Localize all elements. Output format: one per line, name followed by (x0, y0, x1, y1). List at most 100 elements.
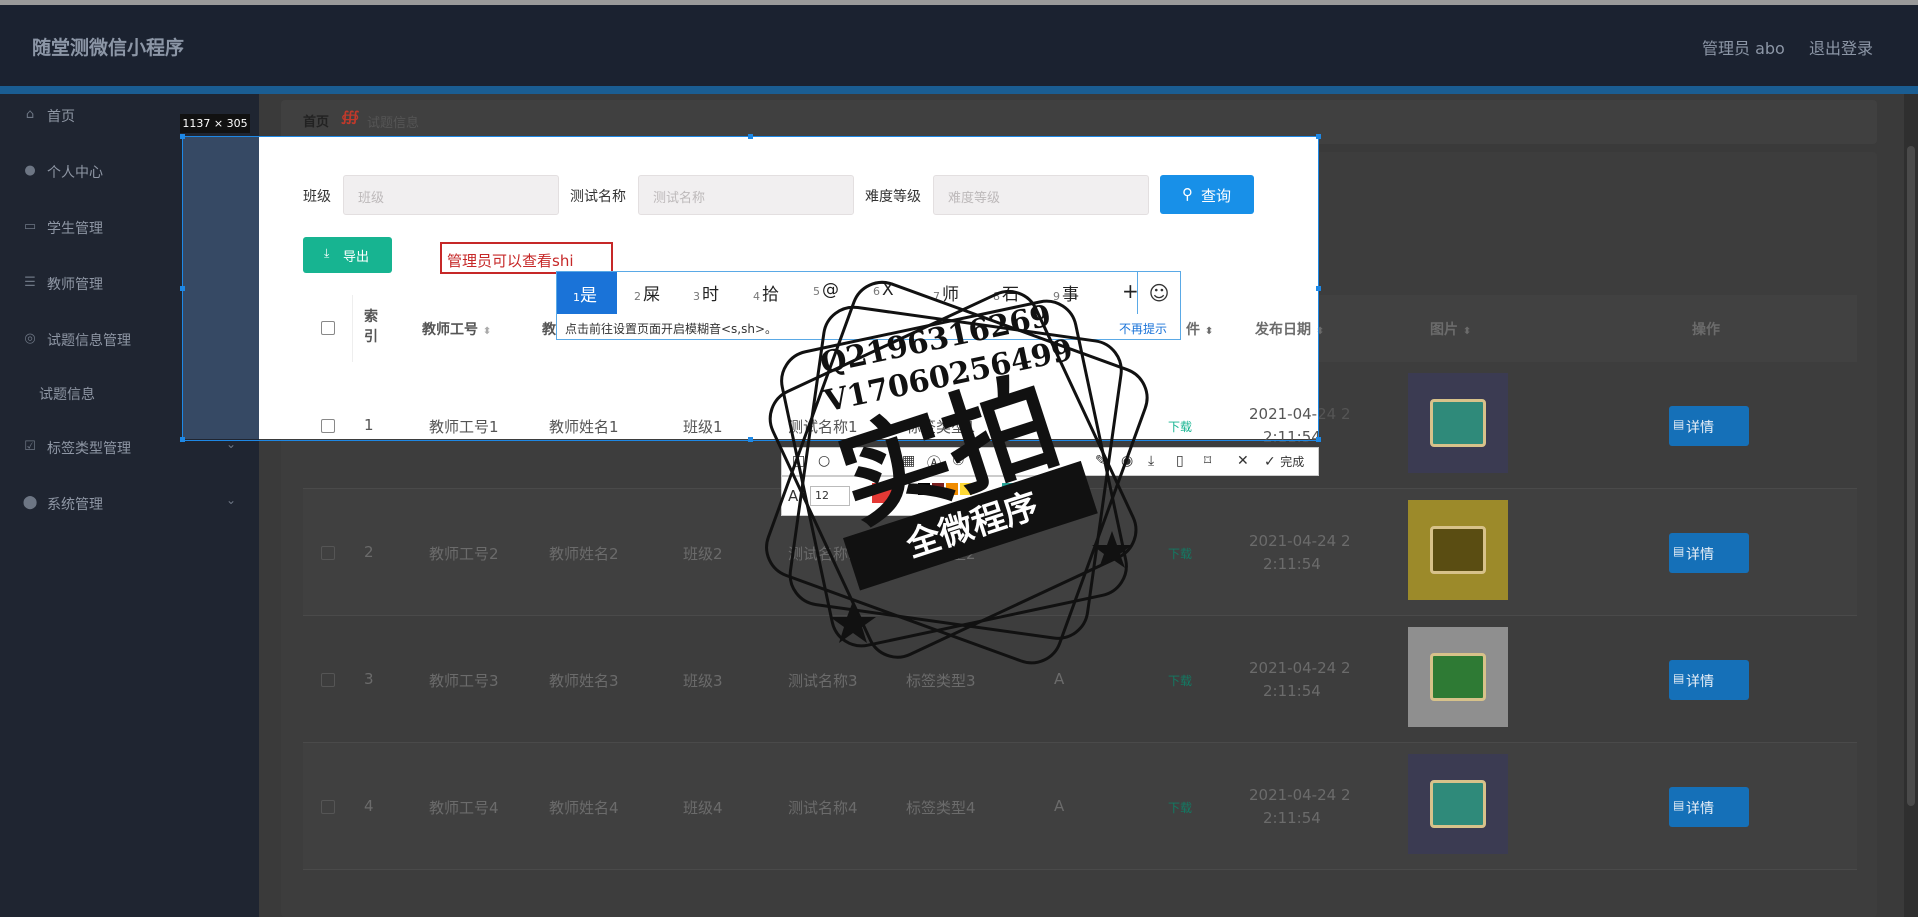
sidebar-item-label: 系统管理 (47, 497, 103, 513)
color-swatch-green[interactable] (974, 497, 986, 509)
row-2-detail-button[interactable]: 详情 ▤ (1669, 533, 1749, 573)
resize-handle[interactable] (748, 437, 753, 442)
detail-button-label: 详情 (1686, 801, 1714, 817)
annotation-text: 管理员可以查看shi (447, 252, 574, 270)
screenshot-toolbar: □ ○ ▦ Ⓐ ① ✎ ◉ ⤓ ▯ ⌑ ✕ ✓ 完成 (781, 447, 1319, 476)
row-3-checkbox[interactable] (321, 673, 335, 687)
chevron-down-icon: ⌄ (226, 493, 237, 507)
ime-candidate-5[interactable]: 5 @ (813, 280, 839, 300)
sidebar-item-label: 教师管理 (47, 277, 103, 293)
list-icon: ☰ (24, 275, 36, 290)
done-button[interactable]: ✓ 完成 (1264, 453, 1304, 470)
pin-icon[interactable]: ✎ (1095, 453, 1107, 469)
row-4-image[interactable] (1408, 754, 1508, 854)
save-icon[interactable]: ⤓ (1148, 453, 1154, 469)
row-2-class: 班级2 (683, 545, 723, 563)
row-2-teacher-id: 教师工号2 (429, 545, 499, 563)
ime-candidate-2[interactable]: 2屎 (634, 280, 660, 305)
breadcrumb-home[interactable]: 首页 (303, 111, 329, 130)
color-swatch-cyan[interactable] (1002, 497, 1014, 509)
ime-dismiss-hint-link[interactable]: 不再提示 (1119, 320, 1167, 337)
row-4-checkbox[interactable] (321, 800, 335, 814)
row-3-date-line2: 2:11:54 (1263, 682, 1321, 700)
annotation-text-box[interactable]: 管理员可以查看shi (440, 242, 613, 274)
ime-candidate-number: 8 (993, 290, 1000, 303)
row-4-download-link[interactable]: 下载 (1168, 799, 1192, 816)
mosaic-tool-icon[interactable]: ▦ (902, 453, 915, 469)
rectangle-tool-icon[interactable]: □ (792, 453, 805, 469)
row-3-date-line1: 2021-04-24 2 (1249, 659, 1351, 677)
done-button-label: 完成 (1280, 455, 1305, 469)
row-2-image[interactable] (1408, 500, 1508, 600)
ime-candidate-word: 是 (580, 286, 597, 306)
sidebar-item-system[interactable]: ⬤ 系统管理 ⌄ (0, 488, 259, 518)
record-icon[interactable]: ◉ (1121, 453, 1133, 469)
ime-candidate-word: @ (822, 280, 839, 300)
detail-button-label: 详情 (1686, 547, 1714, 563)
number-tool-icon[interactable]: ① (952, 453, 965, 469)
close-icon[interactable]: ✕ (1237, 453, 1249, 469)
color-swatch-maroon[interactable] (932, 483, 944, 495)
resize-handle[interactable] (748, 134, 753, 139)
ime-candidate-7[interactable]: 7师 (933, 280, 959, 305)
logout-link[interactable]: 退出登录 (1809, 35, 1873, 59)
ime-candidate-8[interactable]: 8石 (993, 280, 1019, 305)
bookmark-icon[interactable]: ⌑ (1204, 453, 1211, 469)
resize-handle[interactable] (180, 134, 185, 139)
scrollbar-thumb[interactable] (1907, 146, 1915, 806)
copy-icon[interactable]: ▯ (1176, 453, 1184, 469)
color-swatch-blue[interactable] (988, 497, 1000, 509)
row-1-detail-button[interactable]: 详情 ▤ (1669, 406, 1749, 446)
text-tool-icon[interactable]: Ⓐ (927, 453, 941, 473)
font-icon: A (788, 487, 799, 505)
ime-candidate-4[interactable]: 4拾 (753, 280, 779, 305)
ime-candidate-1[interactable]: 1是 (557, 272, 617, 314)
row-2-date-line2: 2:11:54 (1263, 555, 1321, 573)
resize-handle[interactable] (1316, 134, 1321, 139)
row-4-teacher-id: 教师工号4 (429, 799, 499, 817)
ime-candidate-9[interactable]: 9事 (1053, 280, 1079, 305)
ime-candidate-number: 6 (873, 285, 880, 298)
checkbox-icon: ☑ (24, 439, 36, 454)
row-3-teacher-name: 教师姓名3 (549, 672, 619, 690)
detail-button-label: 详情 (1686, 420, 1714, 436)
app-header: 随堂测微信小程序 管理员 abo 退出登录 (0, 5, 1918, 86)
row-4-test-name: 测试名称4 (788, 799, 858, 817)
color-swatch-yellow[interactable] (960, 483, 972, 495)
row-2-download-link[interactable]: 下载 (1168, 545, 1192, 562)
row-4-detail-button[interactable]: 详情 ▤ (1669, 787, 1749, 827)
ime-hint-text[interactable]: 点击前往设置页面开启模糊音<s,sh>。 (565, 320, 777, 337)
ime-candidate-3[interactable]: 3时 (693, 280, 719, 305)
table-row (303, 489, 1857, 616)
page-scrollbar[interactable] (1904, 94, 1918, 917)
clipboard-icon (1430, 780, 1486, 828)
color-swatch-orange[interactable] (946, 483, 958, 495)
emoji-icon[interactable]: ☺ (1137, 272, 1180, 314)
row-3-download-link[interactable]: 下载 (1168, 672, 1192, 689)
row-3-image[interactable] (1408, 627, 1508, 727)
font-size-select[interactable]: 12 (810, 486, 850, 506)
row-3-detail-button[interactable]: 详情 ▤ (1669, 660, 1749, 700)
row-1-image[interactable] (1408, 373, 1508, 473)
ime-candidate-6[interactable]: 6X (873, 280, 894, 300)
row-4-difficulty: A (1054, 797, 1065, 815)
row-4-tag-type: 标签类型4 (906, 799, 976, 817)
document-icon: ▤ (1673, 671, 1685, 685)
row-3-tag-type: 标签类型3 (906, 672, 976, 690)
resize-handle[interactable] (1316, 437, 1321, 442)
resize-handle[interactable] (180, 286, 185, 291)
ime-candidate-word: 屎 (643, 285, 660, 305)
ellipse-tool-icon[interactable]: ○ (818, 453, 830, 469)
resize-handle[interactable] (180, 437, 185, 442)
home-icon: ⌂ (25, 107, 35, 122)
chat-icon: ▭ (23, 219, 37, 234)
color-swatch-black[interactable] (918, 483, 930, 495)
detail-button-label: 详情 (1686, 674, 1714, 690)
current-color-swatch[interactable] (872, 483, 892, 503)
row-2-checkbox[interactable] (321, 546, 335, 560)
resize-handle[interactable] (1316, 286, 1321, 291)
color-swatch-teal[interactable] (1002, 483, 1014, 495)
row-2-test-name: 测试名称2 (788, 545, 858, 563)
header-image[interactable]: 图片 ⬍ (1430, 319, 1471, 386)
row-4-date-line2: 2:11:54 (1263, 809, 1321, 827)
